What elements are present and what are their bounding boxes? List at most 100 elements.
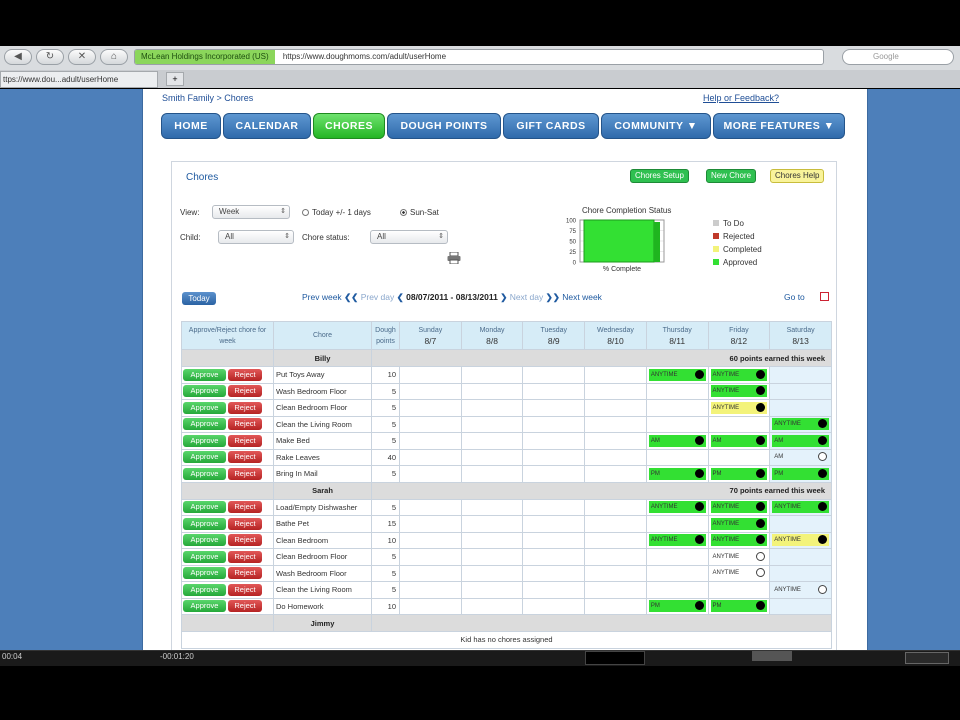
breadcrumb[interactable]: Smith Family > Chores [162, 93, 253, 103]
reject-button[interactable]: Reject [228, 401, 262, 414]
chore-name[interactable]: Make Bed [273, 432, 372, 450]
day-cell[interactable]: ANYTIME [769, 415, 832, 433]
chore-name[interactable]: Load/Empty Dishwasher [273, 498, 372, 516]
chore-status-todo[interactable]: ANYTIME [772, 584, 829, 596]
chore-status-completed[interactable]: ANYTIME [772, 534, 829, 547]
done-circle-icon[interactable] [694, 502, 704, 512]
nav-more-features[interactable]: MORE FEATURES ▼ [713, 113, 845, 139]
done-circle-icon[interactable] [818, 419, 827, 429]
done-circle-icon[interactable] [694, 468, 704, 478]
day-cell[interactable]: ANYTIME [645, 498, 709, 516]
day-cell[interactable]: ANYTIME [769, 498, 832, 516]
address-bar[interactable]: McLean Holdings Incorporated (US) https:… [134, 49, 824, 65]
approve-button[interactable]: Approve [183, 467, 226, 480]
approve-button[interactable]: Approve [183, 401, 226, 414]
approve-button[interactable]: Approve [183, 550, 226, 563]
approve-button[interactable]: Approve [183, 501, 226, 514]
done-circle-icon[interactable] [756, 535, 766, 545]
pending-circle-icon[interactable] [818, 584, 827, 594]
reject-button[interactable]: Reject [228, 368, 262, 381]
chore-name[interactable]: Clean Bedroom Floor [273, 548, 372, 566]
chore-status-approved[interactable]: ANYTIME [710, 385, 768, 398]
media-thumbnail[interactable] [585, 651, 645, 665]
chore-status-todo[interactable]: AM [772, 451, 829, 463]
day-cell[interactable]: ANYTIME [645, 366, 709, 384]
day-cell[interactable]: ANYTIME [707, 399, 771, 417]
next-week-link[interactable]: Next week [562, 292, 602, 302]
day-cell[interactable]: ANYTIME [707, 531, 771, 549]
approve-button[interactable]: Approve [183, 434, 226, 447]
reject-button[interactable]: Reject [228, 600, 262, 613]
chore-name[interactable]: Clean Bedroom Floor [273, 399, 372, 417]
day-cell[interactable]: PM [707, 597, 771, 615]
home-icon[interactable]: ⌂ [100, 49, 128, 65]
day-cell[interactable]: ANYTIME [707, 515, 771, 533]
chore-status-approved[interactable]: AM [772, 434, 829, 447]
day-cell[interactable]: AM [645, 432, 709, 450]
printer-icon[interactable] [447, 252, 461, 264]
day-cell[interactable]: AM [769, 432, 832, 450]
nav-chores[interactable]: CHORES [313, 113, 385, 139]
chores-help-button[interactable]: Chores Help [770, 169, 825, 183]
day-cell[interactable]: ANYTIME [645, 531, 709, 549]
reject-button[interactable]: Reject [228, 385, 262, 398]
chore-name[interactable]: Bring In Mail [273, 465, 372, 483]
chore-status-approved[interactable]: ANYTIME [772, 501, 829, 514]
calendar-icon[interactable] [820, 292, 829, 301]
chore-status-approved[interactable]: PM [710, 600, 768, 613]
chore-status-approved[interactable]: ANYTIME [772, 418, 829, 431]
ssl-identity-badge[interactable]: McLean Holdings Incorporated (US) [135, 50, 275, 64]
search-input[interactable]: Google [842, 49, 954, 65]
next-week-icon[interactable]: ❯❯ [546, 292, 560, 302]
view-select[interactable]: Week ⇕ [212, 205, 290, 219]
day-cell[interactable]: PM [645, 597, 709, 615]
reject-button[interactable]: Reject [228, 534, 262, 547]
radio-sun-sat[interactable]: Sun-Sat [400, 208, 439, 217]
done-circle-icon[interactable] [818, 502, 827, 512]
day-cell[interactable]: PM [645, 465, 709, 483]
chore-status-approved[interactable]: ANYTIME [710, 534, 768, 547]
chore-name[interactable]: Clean the Living Room [273, 415, 372, 433]
pending-circle-icon[interactable] [756, 551, 766, 561]
chore-name[interactable]: Put Toys Away [273, 366, 372, 384]
stop-icon[interactable]: ✕ [68, 49, 96, 65]
radio-today[interactable]: Today +/- 1 days [302, 208, 371, 217]
done-circle-icon[interactable] [756, 402, 766, 412]
chore-status-todo[interactable]: ANYTIME [711, 567, 768, 579]
done-circle-icon[interactable] [756, 369, 766, 379]
done-circle-icon[interactable] [818, 468, 827, 478]
nav-calendar[interactable]: CALENDAR [223, 113, 311, 139]
pending-circle-icon[interactable] [756, 568, 766, 578]
nav-home[interactable]: HOME [161, 113, 221, 139]
chore-status-approved[interactable]: ANYTIME [710, 517, 768, 530]
day-cell[interactable]: ANYTIME [707, 548, 771, 566]
reject-button[interactable]: Reject [228, 418, 262, 431]
new-tab-button[interactable]: + [166, 72, 184, 86]
media-control[interactable] [752, 651, 792, 661]
done-circle-icon[interactable] [756, 601, 766, 611]
chore-status-approved[interactable]: ANYTIME [710, 368, 768, 381]
chore-status-completed[interactable]: ANYTIME [710, 401, 768, 414]
day-cell[interactable]: ANYTIME [707, 382, 771, 400]
chore-name[interactable]: Rake Leaves [273, 448, 372, 466]
chore-status-approved[interactable]: AM [710, 434, 768, 447]
chore-status-approved[interactable]: PM [648, 600, 706, 613]
done-circle-icon[interactable] [756, 518, 766, 528]
reject-button[interactable]: Reject [228, 550, 262, 563]
day-cell[interactable]: ANYTIME [707, 498, 771, 516]
day-cell[interactable]: ANYTIME [707, 366, 771, 384]
day-cell[interactable]: ANYTIME [707, 564, 771, 582]
done-circle-icon[interactable] [694, 601, 704, 611]
chore-name[interactable]: Wash Bedroom Floor [273, 382, 372, 400]
chore-name[interactable]: Wash Bedroom Floor [273, 564, 372, 582]
fullscreen-button[interactable] [905, 652, 949, 664]
chore-name[interactable]: Do Homework [273, 597, 372, 615]
reject-button[interactable]: Reject [228, 451, 262, 464]
approve-button[interactable]: Approve [183, 567, 226, 580]
approve-button[interactable]: Approve [183, 368, 226, 381]
reject-button[interactable]: Reject [228, 467, 262, 480]
approve-button[interactable]: Approve [183, 534, 226, 547]
reject-button[interactable]: Reject [228, 517, 262, 530]
day-cell[interactable]: PM [769, 465, 832, 483]
go-to-link[interactable]: Go to [784, 292, 805, 302]
